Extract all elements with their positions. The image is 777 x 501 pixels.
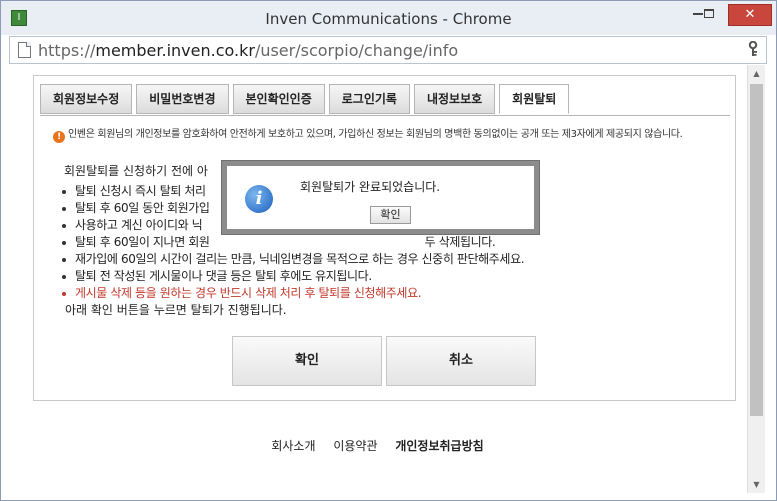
close-button[interactable]: ✕: [728, 4, 772, 26]
footer-link-terms[interactable]: 이용약관: [333, 439, 377, 453]
url-path: /user/scorpio/change/info: [254, 41, 459, 60]
scroll-up-icon[interactable]: ▲: [748, 65, 765, 82]
list-item: 탈퇴 전 작성된 게시물이나 댓글 등은 탈퇴 후에도 유지됩니다.: [62, 268, 524, 285]
maximize-button[interactable]: [695, 4, 723, 26]
tab-withdraw[interactable]: 회원탈퇴: [499, 84, 570, 114]
list-item: 탈퇴 후 60일이 지나면 회원 두 삭제됩니다.: [62, 234, 524, 251]
bullet-icon: [62, 257, 66, 262]
bullet-icon: [62, 223, 66, 228]
list-item-warning: 게시물 삭제 등을 원하는 경우 반드시 삭제 처리 후 탈퇴를 신청해주세요.: [62, 285, 524, 302]
info-icon: i: [245, 185, 273, 213]
footer-link-privacy[interactable]: 개인정보취급방침: [395, 439, 483, 453]
url-text[interactable]: https://member.inven.co.kr/user/scorpio/…: [38, 41, 458, 60]
close-icon: ✕: [744, 7, 756, 22]
page-icon: [18, 42, 31, 58]
browser-window: I Inven Communications - Chrome ✕ https:…: [0, 0, 777, 501]
address-bar[interactable]: https://member.inven.co.kr/user/scorpio/…: [9, 36, 767, 64]
title-bar[interactable]: I Inven Communications - Chrome ✕: [1, 1, 776, 35]
footer-links: 회사소개 이용약관 개인정보취급방침: [9, 437, 746, 454]
tabs-divider: [40, 115, 730, 116]
page-viewport: 회원정보수정 비밀번호변경 본인확인인증 로그인기록 내정보보호 회원탈퇴 ! 인…: [9, 65, 746, 493]
scroll-down-icon[interactable]: ▼: [748, 476, 765, 493]
tab-privacy-protection[interactable]: 내정보보호: [413, 84, 496, 114]
tab-change-password[interactable]: 비밀번호변경: [136, 84, 229, 114]
list-item: 재가입에 60일의 시간이 걸리는 만큼, 닉네임변경을 목적으로 하는 경우 …: [62, 251, 525, 268]
alert-ok-button[interactable]: 확인: [370, 206, 411, 224]
scroll-thumb[interactable]: [750, 84, 763, 416]
warning-icon: !: [53, 131, 65, 143]
maximize-icon: [704, 9, 714, 18]
bullet-icon: [62, 206, 66, 211]
bullet-icon: [62, 189, 66, 194]
withdraw-intro: 회원탈퇴를 신청하기 전에 아: [64, 164, 208, 178]
alert-dialog: i 회원탈퇴가 완료되었습니다. 확인: [222, 161, 539, 234]
account-panel: 회원정보수정 비밀번호변경 본인확인인증 로그인기록 내정보보호 회원탈퇴 ! 인…: [33, 75, 736, 401]
privacy-notice: ! 인벤은 회원님의 개인정보를 암호화하여 안전하게 보호하고 있으며, 가입하…: [53, 125, 728, 143]
confirm-button[interactable]: 확인: [232, 336, 382, 386]
cancel-button[interactable]: 취소: [386, 336, 536, 386]
url-scheme: https://: [38, 41, 96, 60]
alert-message: 회원탈퇴가 완료되었습니다.: [300, 180, 441, 194]
tab-identity-verification[interactable]: 본인확인인증: [232, 84, 325, 114]
vertical-scrollbar[interactable]: ▲ ▼: [747, 65, 765, 493]
key-icon[interactable]: [747, 40, 759, 61]
bullet-icon: [62, 274, 66, 279]
url-host: member.inven.co.kr: [95, 41, 255, 60]
tab-bar: 회원정보수정 비밀번호변경 본인확인인증 로그인기록 내정보보호 회원탈퇴: [40, 84, 573, 116]
bullet-icon: [62, 291, 66, 296]
withdraw-outro: 아래 확인 버튼을 누르면 탈퇴가 진행됩니다.: [65, 303, 287, 317]
window-title: Inven Communications - Chrome: [265, 10, 512, 28]
bullet-icon: [62, 240, 66, 245]
tab-login-history[interactable]: 로그인기록: [328, 84, 410, 114]
footer-link-company[interactable]: 회사소개: [271, 439, 315, 453]
tab-edit-profile[interactable]: 회원정보수정: [40, 84, 133, 114]
privacy-notice-text: 인벤은 회원님의 개인정보를 암호화하여 안전하게 보호하고 있으며, 가입하신…: [68, 129, 683, 140]
